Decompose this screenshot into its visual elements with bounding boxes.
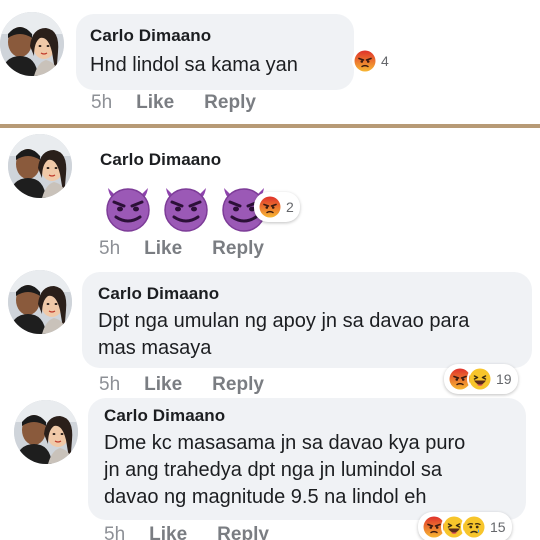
comment-actions: 5h Like Reply [91, 92, 256, 114]
comment-text-line: jn ang trahedya dpt nga jn lumindol sa [104, 459, 443, 481]
comment-author[interactable]: Carlo Dimaano [104, 406, 526, 426]
comment-bubble: Carlo Dimaano Dme kc masasama jn sa dava… [88, 398, 526, 520]
comment-actions: 5h Like Reply [99, 374, 264, 396]
reaction-summary[interactable]: 15 [418, 512, 512, 540]
comment-text-line: Dpt nga umulan ng apoy jn sa davao para [98, 310, 470, 332]
comment-bubble: Carlo Dimaano Dpt nga umulan ng apoy jn … [82, 272, 532, 368]
comment-author[interactable]: Carlo Dimaano [98, 284, 532, 304]
comment-author[interactable]: Carlo Dimaano [90, 26, 354, 46]
sad-icon [461, 514, 487, 540]
reaction-summary[interactable]: 19 [444, 364, 518, 394]
like-button[interactable]: Like [136, 92, 174, 114]
reaction-count: 2 [286, 199, 294, 215]
comment-bubble: Carlo Dimaano Hnd lindol sa kama yan [76, 14, 354, 90]
reply-button[interactable]: Reply [217, 524, 269, 540]
comment-emoji-row [100, 178, 274, 234]
like-button[interactable]: Like [149, 524, 187, 540]
like-button[interactable]: Like [144, 238, 182, 260]
comment-time[interactable]: 5h [91, 92, 112, 114]
avatar[interactable] [8, 134, 72, 198]
angry-icon [257, 194, 283, 220]
reaction-count: 19 [496, 371, 512, 387]
smiling-devil-icon [158, 178, 214, 234]
comment-time[interactable]: 5h [99, 374, 120, 396]
comment-actions: 5h Like Reply [104, 524, 269, 540]
section-divider [0, 124, 540, 128]
reply-button[interactable]: Reply [212, 374, 264, 396]
comment-text-line: Dme kc masasama jn sa davao kya puro [104, 432, 466, 454]
comment-actions: 5h Like Reply [99, 238, 264, 260]
reaction-count: 15 [490, 519, 506, 535]
comment-author[interactable]: Carlo Dimaano [100, 150, 221, 170]
reply-button[interactable]: Reply [204, 92, 256, 114]
comment-text: Hnd lindol sa kama yan [90, 54, 298, 76]
laughing-icon [467, 366, 493, 392]
comment-text-line: mas masaya [98, 337, 212, 359]
like-button[interactable]: Like [144, 374, 182, 396]
avatar[interactable] [0, 12, 64, 76]
comment-text-line: davao ng magnitude 9.5 na lindol eh [104, 486, 427, 508]
reaction-count: 4 [381, 53, 389, 69]
comment-time[interactable]: 5h [99, 238, 120, 260]
smiling-devil-icon [100, 178, 156, 234]
reply-button[interactable]: Reply [212, 238, 264, 260]
comment-time[interactable]: 5h [104, 524, 125, 540]
avatar[interactable] [14, 400, 78, 464]
angry-icon [352, 48, 378, 74]
reaction-summary[interactable]: 4 [352, 46, 389, 76]
avatar[interactable] [8, 270, 72, 334]
reaction-summary[interactable]: 2 [254, 192, 300, 222]
